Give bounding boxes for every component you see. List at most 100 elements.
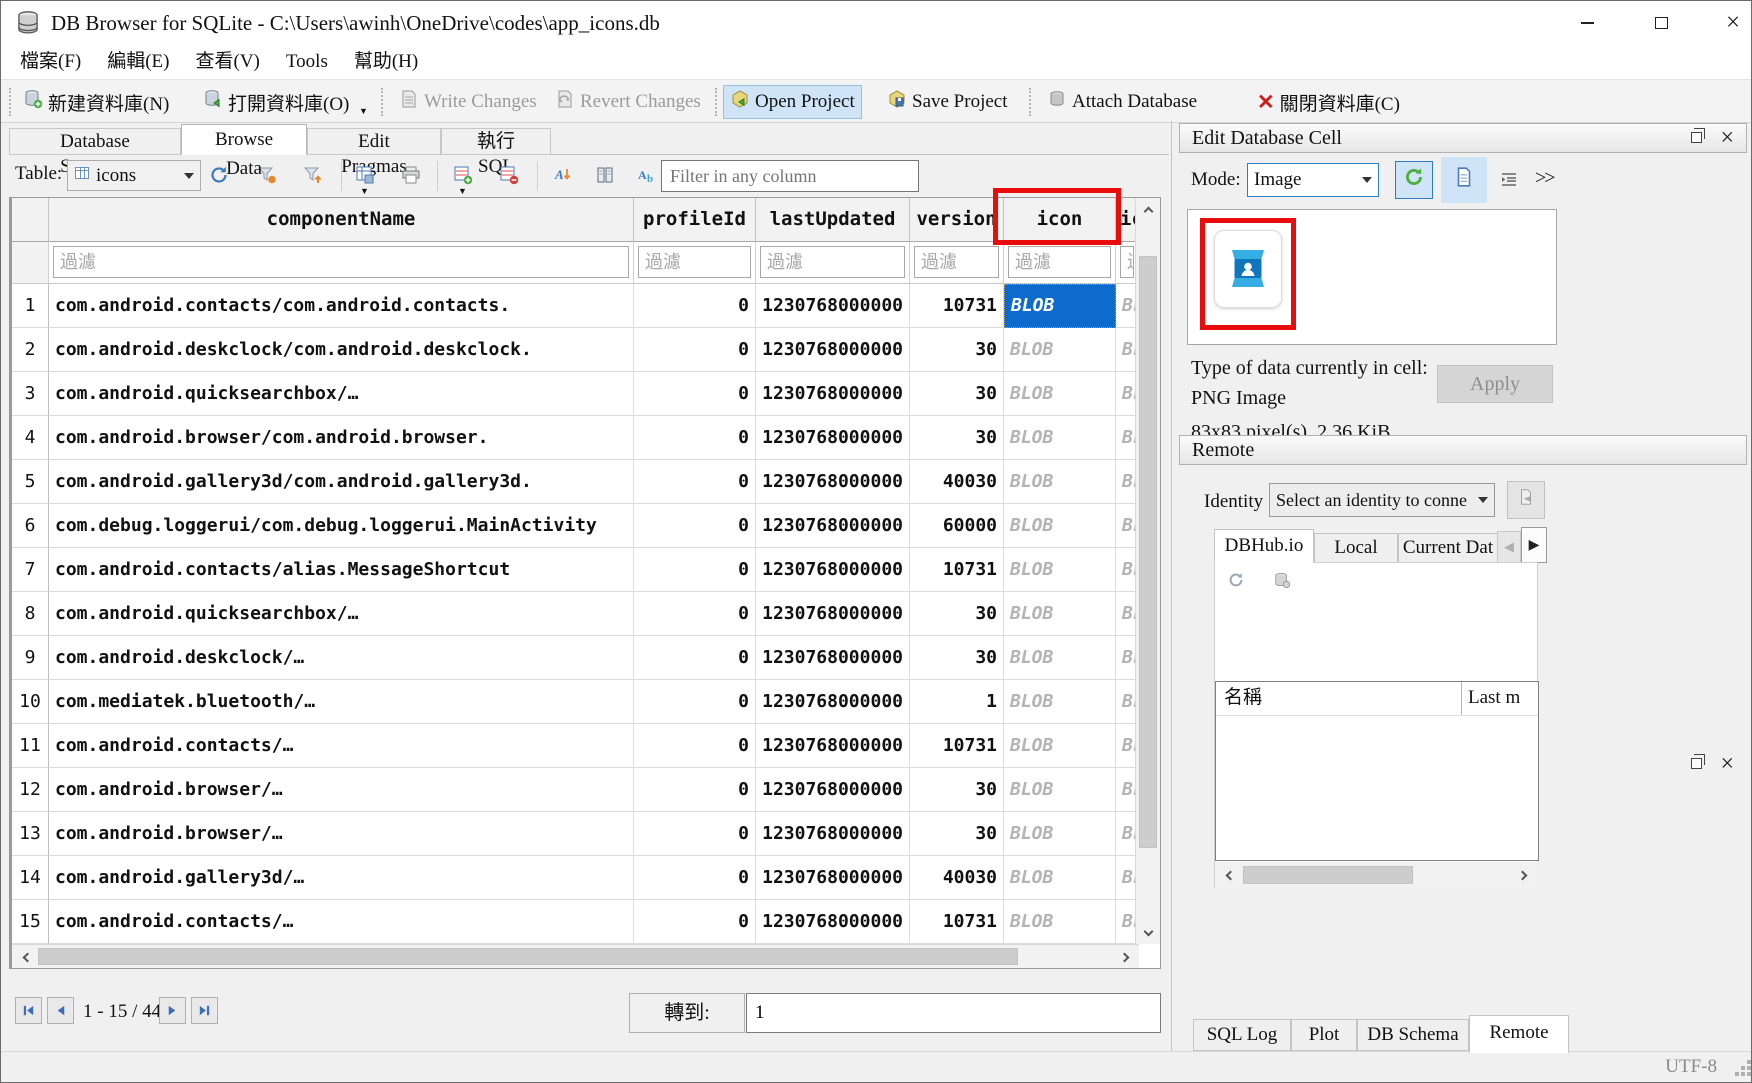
insert-record-dropdown-icon[interactable]: ▼ [458, 186, 467, 196]
dock-tab-plot[interactable]: Plot [1291, 1019, 1357, 1051]
table-row[interactable]: 4 com.android.browser/com.android.browse… [12, 416, 1139, 460]
goto-button[interactable]: 轉到: [629, 993, 745, 1033]
float-panel-icon[interactable] [1691, 132, 1702, 143]
open-database-button[interactable]: 打開資料庫(O) [197, 85, 355, 119]
menu-file[interactable]: 檔案(F) [7, 47, 94, 77]
table-row[interactable]: 15 com.android.contacts/… 0 123076800000… [12, 900, 1139, 944]
table-row[interactable]: 12 com.android.browser/… 0 1230768000000… [12, 768, 1139, 812]
scroll-up-icon[interactable] [1136, 198, 1160, 220]
minimize-button[interactable] [1567, 7, 1607, 39]
table-row[interactable]: 1 com.android.contacts/com.android.conta… [12, 284, 1139, 328]
apply-button[interactable]: Apply [1437, 365, 1553, 403]
identity-select[interactable]: Select an identity to conne [1269, 483, 1495, 517]
table-row[interactable]: 10 com.mediatek.bluetooth/… 0 1230768000… [12, 680, 1139, 724]
menu-help[interactable]: 幫助(H) [341, 47, 431, 77]
write-changes-button[interactable]: Write Changes [393, 85, 543, 119]
column-header-profileId[interactable]: profileId [634, 198, 756, 242]
filter-lastUpdated[interactable]: 過濾 [756, 242, 910, 284]
new-database-button[interactable]: 新建資料庫(N) [17, 85, 175, 119]
menu-tools[interactable]: Tools [273, 47, 341, 77]
filter-version[interactable]: 過濾 [910, 242, 1004, 284]
word-wrap-icon[interactable] [1499, 170, 1519, 196]
mode-select[interactable]: Image [1247, 163, 1379, 197]
remote-scroll-right-icon[interactable] [1513, 862, 1535, 888]
tab-scroll-right-icon[interactable]: ▶ [1521, 527, 1547, 563]
save-record-dropdown-icon[interactable]: ▼ [360, 186, 369, 196]
vertical-scrollbar[interactable] [1135, 198, 1160, 944]
remote-tab-current-database[interactable]: Current Dat [1398, 533, 1498, 563]
revert-changes-button[interactable]: Revert Changes [549, 85, 707, 119]
filter-componentName[interactable]: 過濾 [49, 242, 634, 284]
first-page-button[interactable] [15, 997, 42, 1024]
table-row[interactable]: 9 com.android.deskclock/… 0 123076800000… [12, 636, 1139, 680]
encoding-indicator[interactable]: UTF-8 [1665, 1056, 1717, 1078]
condensed-mode-icon[interactable]: Ab [637, 165, 657, 191]
dock-tab-db-schema[interactable]: DB Schema [1357, 1019, 1469, 1051]
tab-database-structure[interactable]: Database Structure [9, 128, 181, 155]
prev-page-button[interactable] [47, 997, 74, 1024]
scroll-down-icon[interactable] [1136, 922, 1161, 944]
attach-database-button[interactable]: Attach Database [1041, 85, 1203, 119]
table-row[interactable]: 8 com.android.quicksearchbox/… 0 1230768… [12, 592, 1139, 636]
remote-tab-local[interactable]: Local [1314, 533, 1398, 563]
tab-edit-pragmas[interactable]: Edit Pragmas [307, 128, 441, 155]
table-row[interactable]: 13 com.android.browser/… 0 1230768000000… [12, 812, 1139, 856]
close-database-button[interactable]: ✕ 關閉資料庫(C) [1251, 85, 1406, 119]
table-selector[interactable]: icons [67, 160, 201, 191]
menu-view[interactable]: 查看(V) [183, 47, 273, 77]
import-data-button[interactable] [1395, 161, 1433, 199]
table-row[interactable]: 7 com.android.contacts/alias.MessageShor… [12, 548, 1139, 592]
filter-icon[interactable]: 過濾 [1004, 242, 1116, 284]
tab-browse-data[interactable]: Browse Data [181, 124, 307, 155]
float-panel-icon[interactable] [1691, 758, 1702, 769]
table-row[interactable]: 2 com.android.deskclock/com.android.desk… [12, 328, 1139, 372]
delete-record-icon[interactable] [499, 165, 519, 191]
remote-clone-db-icon[interactable] [1273, 571, 1291, 595]
table-row[interactable]: 11 com.android.contacts/… 0 123076800000… [12, 724, 1139, 768]
toolbar-overflow-chevrons[interactable]: >> [1535, 167, 1554, 190]
dock-splitter[interactable] [1171, 121, 1172, 1051]
tab-scroll-left-icon[interactable]: ◀ [1497, 531, 1521, 563]
save-project-button[interactable]: Save Project [881, 85, 1014, 119]
column-header-componentName[interactable]: componentName [49, 198, 634, 242]
horizontal-scrollbar[interactable] [12, 944, 1139, 968]
vertical-scroll-thumb[interactable] [1139, 256, 1157, 848]
close-panel-icon[interactable]: × [1720, 750, 1734, 778]
remote-list-header-name[interactable]: 名稱 [1216, 682, 1462, 715]
menu-edit[interactable]: 編輯(E) [94, 47, 182, 77]
tab-execute-sql[interactable]: 執行 SQL [441, 128, 551, 155]
last-page-button[interactable] [191, 997, 218, 1024]
filter-profileId[interactable]: 過濾 [634, 242, 756, 284]
print-icon[interactable] [401, 165, 421, 191]
table-row[interactable]: 14 com.android.gallery3d/… 0 12307680000… [12, 856, 1139, 900]
text-view-button[interactable] [1441, 157, 1487, 203]
column-header-version[interactable]: version [910, 198, 1004, 242]
global-filter-input[interactable] [661, 160, 919, 192]
dock-tab-sql-log[interactable]: SQL Log [1193, 1019, 1291, 1051]
save-filter-funnel-icon[interactable] [303, 165, 323, 191]
scroll-right-icon[interactable] [1113, 945, 1139, 969]
remote-scroll-left-icon[interactable] [1217, 862, 1239, 888]
goto-input[interactable] [746, 993, 1161, 1033]
remote-tab-dbhub[interactable]: DBHub.io [1214, 529, 1314, 563]
open-database-dropdown-icon[interactable]: ▼ [359, 106, 368, 116]
print-rows-icon[interactable] [595, 165, 615, 191]
close-panel-icon[interactable]: × [1720, 124, 1734, 152]
table-row[interactable]: 3 com.android.quicksearchbox/… 0 1230768… [12, 372, 1139, 416]
next-page-button[interactable] [159, 997, 186, 1024]
open-project-button[interactable]: Open Project [723, 85, 862, 119]
identity-settings-button[interactable] [1507, 481, 1545, 519]
resize-grip-icon[interactable] [1741, 1066, 1745, 1070]
column-header-lastUpdated[interactable]: lastUpdated [756, 198, 910, 242]
remote-refresh-icon[interactable] [1227, 571, 1245, 595]
scroll-left-icon[interactable] [12, 945, 38, 969]
close-button[interactable]: × [1713, 7, 1752, 39]
remote-scroll-thumb[interactable] [1243, 866, 1413, 884]
sort-az-icon[interactable]: A [553, 165, 573, 191]
dock-tab-remote[interactable]: Remote [1469, 1015, 1569, 1053]
maximize-button[interactable] [1641, 7, 1681, 39]
table-row[interactable]: 6 com.debug.loggerui/com.debug.loggerui.… [12, 504, 1139, 548]
horizontal-scroll-thumb[interactable] [38, 948, 1018, 965]
remote-horizontal-scrollbar[interactable] [1215, 862, 1539, 888]
table-row[interactable]: 5 com.android.gallery3d/com.android.gall… [12, 460, 1139, 504]
